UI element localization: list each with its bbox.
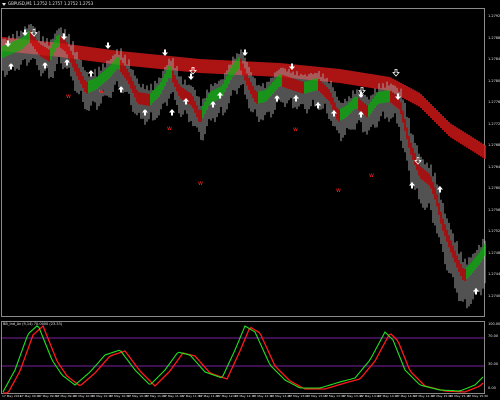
price-tick: 1.2776 xyxy=(488,100,500,104)
arrow-down-icon xyxy=(289,63,295,70)
price-tick: 1.2760 xyxy=(488,186,500,190)
arrow-down-icon xyxy=(162,49,168,56)
hollow-arrow-down-icon xyxy=(414,157,422,165)
price-tick: 1.2772 xyxy=(488,121,500,126)
price-tick: 1.2768 xyxy=(488,143,500,147)
arrow-up-icon xyxy=(473,288,479,295)
arrow-up-icon xyxy=(217,92,223,99)
price-tick: 1.2764 xyxy=(488,164,500,169)
arrow-up-icon xyxy=(183,98,189,105)
signal-w-mark: w xyxy=(198,180,203,187)
price-tick: 1.2752 xyxy=(488,229,500,233)
price-tick: 1.2788 xyxy=(488,35,500,40)
signal-w-mark: w xyxy=(167,125,172,132)
hollow-arrow-down-icon xyxy=(392,69,400,77)
oscillator-tick: 30.00 xyxy=(488,362,499,366)
hollow-arrow-down-icon xyxy=(30,29,38,37)
price-tick: 1.2740 xyxy=(488,293,500,298)
oscillator-slow-line xyxy=(3,324,484,394)
signal-w-mark: w xyxy=(369,172,374,179)
arrow-up-icon xyxy=(315,102,321,109)
signal-w-mark: w xyxy=(99,88,104,95)
oscillator-tick: 70.00 xyxy=(488,334,499,338)
price-tick: 1.2756 xyxy=(488,207,500,212)
chart-canvas: w w w w w w w xyxy=(2,24,486,394)
time-label: 17 May 2019 xyxy=(2,394,22,398)
price-tick: 1.2792 xyxy=(488,14,500,18)
signal-w-mark: w xyxy=(336,187,341,194)
arrow-up-icon xyxy=(88,70,94,77)
arrow-up-icon xyxy=(409,182,415,189)
signal-w-mark: w xyxy=(293,126,298,133)
chart-window[interactable]: GBPUSD,M1 1.2752 1.2757 1.2752 1.2753 BB… xyxy=(0,0,500,400)
price-tick: 1.2780 xyxy=(488,78,500,83)
price-tick: 1.2744 xyxy=(488,272,500,276)
arrow-up-icon xyxy=(169,109,175,116)
oscillator-tick: 0.00 xyxy=(488,386,496,390)
arrow-down-icon xyxy=(105,42,111,49)
time-axis: 17 May 2019 17 May 09:15 17 May 09:30 17 Ma… xyxy=(0,394,500,400)
arrow-up-icon xyxy=(437,186,443,193)
arrow-down-icon xyxy=(61,33,67,40)
signal-w-mark: w xyxy=(66,93,71,100)
arrow-down-icon xyxy=(5,40,11,47)
time-label: 17 May 15:30 xyxy=(467,394,488,398)
arrow-up-icon xyxy=(331,110,337,117)
oscillator-tick: 100.00 xyxy=(488,322,500,326)
arrow-up-icon xyxy=(293,95,299,102)
price-tick: 1.2748 xyxy=(488,250,500,255)
price-tick: 1.2784 xyxy=(488,57,500,61)
arrow-down-icon xyxy=(395,93,401,100)
